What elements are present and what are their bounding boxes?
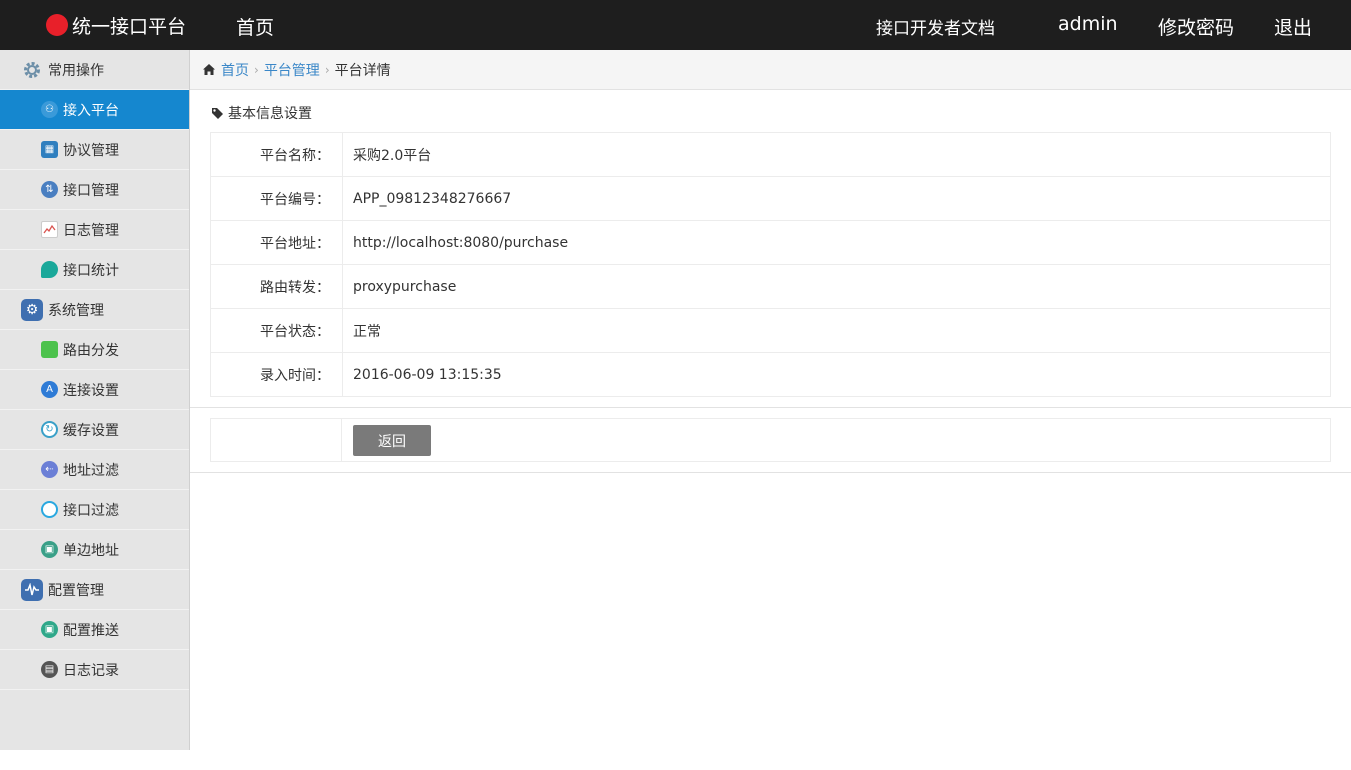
sidebar-item-label: 日志记录 — [63, 662, 119, 679]
field-label: 平台状态： — [210, 308, 343, 353]
brand-title: 统一接口平台 — [72, 15, 187, 38]
table-row: 平台名称： 采购2.0平台 — [210, 132, 1331, 177]
sidebar-item-cache[interactable]: ↻ 缓存设置 — [0, 410, 189, 450]
breadcrumb: 首页 › 平台管理 › 平台详情 — [190, 50, 1351, 90]
divider — [190, 407, 1351, 408]
top-navbar: 统一接口平台 首页 接口开发者文档 admin 修改密码 退出 — [0, 0, 1351, 50]
sidebar-group-common[interactable]: 常用操作 — [0, 50, 189, 90]
monitor-icon: ▣ — [41, 541, 58, 558]
shopping-bag-icon — [41, 341, 58, 358]
sidebar-item-label: 日志管理 — [63, 222, 119, 239]
top-nav-home[interactable]: 首页 — [236, 13, 274, 40]
sidebar-item-protocol[interactable]: ▦ 协议管理 — [0, 130, 189, 170]
sidebar-group-label: 系统管理 — [48, 302, 104, 319]
breadcrumb-parent[interactable]: 平台管理 — [264, 60, 320, 80]
field-value: APP_09812348276667 — [342, 176, 1331, 221]
sidebar-item-interface[interactable]: ⇅ 接口管理 — [0, 170, 189, 210]
field-value: proxypurchase — [342, 264, 1331, 309]
screen-icon: ▣ — [41, 621, 58, 638]
table-row: 平台地址： http://localhost:8080/purchase — [210, 220, 1331, 265]
action-row: 返回 — [210, 418, 1331, 462]
field-label: 平台地址： — [210, 220, 343, 265]
sidebar-item-label: 配置推送 — [63, 622, 119, 639]
sidebar-item-statistics[interactable]: 接口统计 — [0, 250, 189, 290]
table-row: 平台状态： 正常 — [210, 308, 1331, 353]
breadcrumb-home[interactable]: 首页 — [221, 60, 249, 80]
sidebar-item-label: 地址过滤 — [63, 462, 119, 479]
sidebar-group-config[interactable]: 配置管理 — [0, 570, 189, 610]
sidebar: 常用操作 ⚇ 接入平台 ▦ 协议管理 ⇅ 接口管理 日志管理 接口统计 ⚙ 系统… — [0, 50, 190, 750]
divider — [190, 472, 1351, 473]
sidebar-item-single-address[interactable]: ▣ 单边地址 — [0, 530, 189, 570]
sidebar-item-config-push[interactable]: ▣ 配置推送 — [0, 610, 189, 650]
field-label: 平台编号： — [210, 176, 343, 221]
sidebar-item-label: 接口管理 — [63, 182, 119, 199]
field-label: 平台名称： — [210, 132, 343, 177]
field-value: http://localhost:8080/purchase — [342, 220, 1331, 265]
sidebar-item-label: 协议管理 — [63, 142, 119, 159]
field-label: 路由转发： — [210, 264, 343, 309]
sidebar-item-routing[interactable]: 路由分发 — [0, 330, 189, 370]
back-button[interactable]: 返回 — [353, 425, 431, 456]
ring-icon — [41, 501, 58, 518]
chevron-right-icon: › — [324, 62, 330, 77]
sidebar-item-label: 连接设置 — [63, 382, 119, 399]
sidebar-item-logs[interactable]: 日志管理 — [0, 210, 189, 250]
sidebar-item-label: 接口统计 — [63, 262, 119, 279]
settings-icon: ⚙ — [21, 298, 43, 321]
action-label-cell — [211, 419, 342, 461]
cache-icon: ↻ — [41, 421, 58, 438]
disk-icon: ▤ — [41, 661, 58, 678]
section-title: 基本信息设置 — [211, 103, 312, 123]
table-row: 路由转发： proxypurchase — [210, 264, 1331, 309]
sidebar-item-label: 接口过滤 — [63, 502, 119, 519]
sidebar-item-log-record[interactable]: ▤ 日志记录 — [0, 650, 189, 690]
sidebar-group-label: 配置管理 — [48, 582, 104, 599]
tag-icon — [211, 107, 224, 120]
logout-link[interactable]: 退出 — [1274, 13, 1312, 40]
pie-chart-icon — [41, 261, 58, 278]
book-icon: ▦ — [41, 141, 58, 158]
left-arrow-icon: ⇠ — [41, 461, 58, 478]
updown-arrows-icon: ⇅ — [41, 181, 58, 198]
field-label: 录入时间： — [210, 352, 343, 397]
field-value: 正常 — [342, 308, 1331, 353]
sidebar-item-label: 缓存设置 — [63, 422, 119, 439]
table-row: 平台编号： APP_09812348276667 — [210, 176, 1331, 221]
user-menu[interactable]: admin — [1058, 13, 1118, 35]
change-password-link[interactable]: 修改密码 — [1158, 13, 1234, 40]
person-icon: ⚇ — [41, 101, 58, 118]
info-table: 平台名称： 采购2.0平台 平台编号： APP_09812348276667 平… — [210, 132, 1331, 397]
pulse-icon — [21, 578, 43, 601]
section-title-text: 基本信息设置 — [228, 106, 312, 122]
developer-docs-link[interactable]: 接口开发者文档 — [876, 14, 995, 39]
sidebar-group-system[interactable]: ⚙ 系统管理 — [0, 290, 189, 330]
sidebar-item-interface-filter[interactable]: 接口过滤 — [0, 490, 189, 530]
line-chart-icon — [41, 221, 58, 238]
app-store-icon: A — [41, 381, 58, 398]
sidebar-item-label: 单边地址 — [63, 542, 119, 559]
brand[interactable]: 统一接口平台 — [46, 11, 186, 39]
sidebar-item-access-platform[interactable]: ⚇ 接入平台 — [0, 90, 189, 130]
sidebar-item-label: 路由分发 — [63, 342, 119, 359]
sidebar-item-label: 接入平台 — [63, 102, 119, 119]
chevron-right-icon: › — [254, 62, 259, 77]
field-value: 2016-06-09 13:15:35 — [342, 352, 1331, 397]
sidebar-item-address-filter[interactable]: ⇠ 地址过滤 — [0, 450, 189, 490]
sidebar-item-connection[interactable]: A 连接设置 — [0, 370, 189, 410]
gear-icon — [21, 59, 43, 81]
brand-logo-icon — [46, 14, 68, 36]
table-row: 录入时间： 2016-06-09 13:15:35 — [210, 352, 1331, 397]
field-value: 采购2.0平台 — [342, 132, 1331, 177]
sidebar-group-label: 常用操作 — [48, 62, 104, 79]
home-icon[interactable] — [202, 63, 216, 77]
breadcrumb-current: 平台详情 — [334, 62, 391, 79]
